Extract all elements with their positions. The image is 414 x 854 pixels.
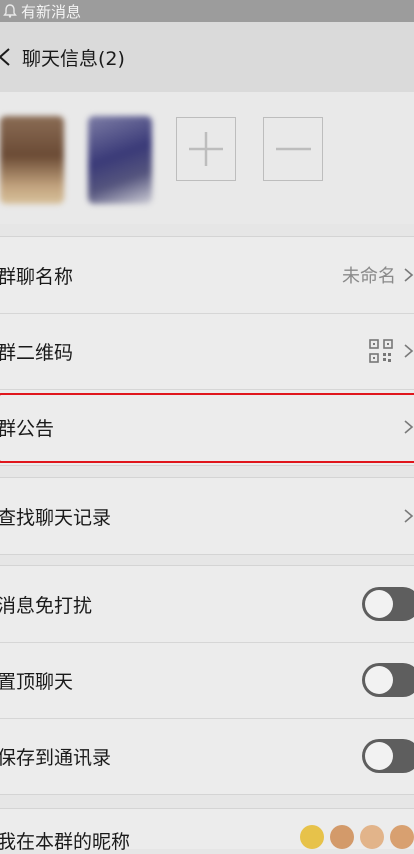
plus-icon <box>189 132 223 166</box>
emoji-icon <box>390 825 414 849</box>
group-announcement-row[interactable]: 群公告 <box>0 389 414 465</box>
chevron-right-icon <box>404 509 414 523</box>
emoji-icon <box>360 825 384 849</box>
member-avatar[interactable] <box>88 116 152 204</box>
group-name-label: 群聊名称 <box>0 265 74 288</box>
save-contacts-row: 保存到通讯录 <box>0 718 414 794</box>
pin-chat-toggle[interactable] <box>362 663 414 697</box>
search-history-row[interactable]: 查找聊天记录 <box>0 478 414 554</box>
emoji-icon <box>330 825 354 849</box>
chevron-right-icon <box>404 268 414 282</box>
toggle-knob <box>365 742 393 770</box>
group-name-row[interactable]: 群聊名称 未命名 <box>0 237 414 313</box>
emoji-icon <box>300 825 324 849</box>
group-qr-row[interactable]: 群二维码 <box>0 313 414 389</box>
toggle-section: 消息免打扰 置顶聊天 保存到通讯录 <box>0 565 414 795</box>
group-qr-label: 群二维码 <box>0 341 74 364</box>
search-section: 查找聊天记录 <box>0 477 414 555</box>
pin-chat-label: 置顶聊天 <box>0 670 74 693</box>
search-history-label: 查找聊天记录 <box>0 506 112 529</box>
group-announcement-label: 群公告 <box>0 417 55 440</box>
group-name-value: 未命名 <box>342 266 396 287</box>
group-info-section: 群聊名称 未命名 群二维码 群公告 <box>0 236 414 466</box>
status-notification-text: 有新消息 <box>21 2 82 21</box>
chevron-right-icon <box>404 344 414 358</box>
add-member-button[interactable] <box>176 117 236 181</box>
remove-member-button[interactable] <box>263 117 323 181</box>
member-list <box>0 92 414 224</box>
chevron-right-icon <box>404 420 414 434</box>
nickname-emoji-preview <box>300 825 414 849</box>
notification-bell-icon <box>3 4 17 18</box>
toggle-knob <box>365 666 393 694</box>
my-nickname-row[interactable]: 我在本群的昵称 <box>0 808 414 853</box>
mute-label: 消息免打扰 <box>0 594 93 617</box>
toggle-knob <box>365 590 393 618</box>
mute-row: 消息免打扰 <box>0 566 414 642</box>
qr-code-icon <box>369 339 393 363</box>
my-nickname-label: 我在本群的昵称 <box>0 831 131 853</box>
mute-toggle[interactable] <box>362 587 414 621</box>
pin-chat-row: 置顶聊天 <box>0 642 414 718</box>
save-contacts-label: 保存到通讯录 <box>0 746 112 769</box>
status-bar: 有新消息 <box>0 0 414 22</box>
save-contacts-toggle[interactable] <box>362 739 414 773</box>
back-arrow-icon[interactable] <box>0 37 16 77</box>
title-bar: 聊天信息(2) <box>0 22 414 92</box>
minus-icon <box>276 147 311 151</box>
member-avatar[interactable] <box>0 116 64 204</box>
page-title: 聊天信息(2) <box>22 47 125 70</box>
